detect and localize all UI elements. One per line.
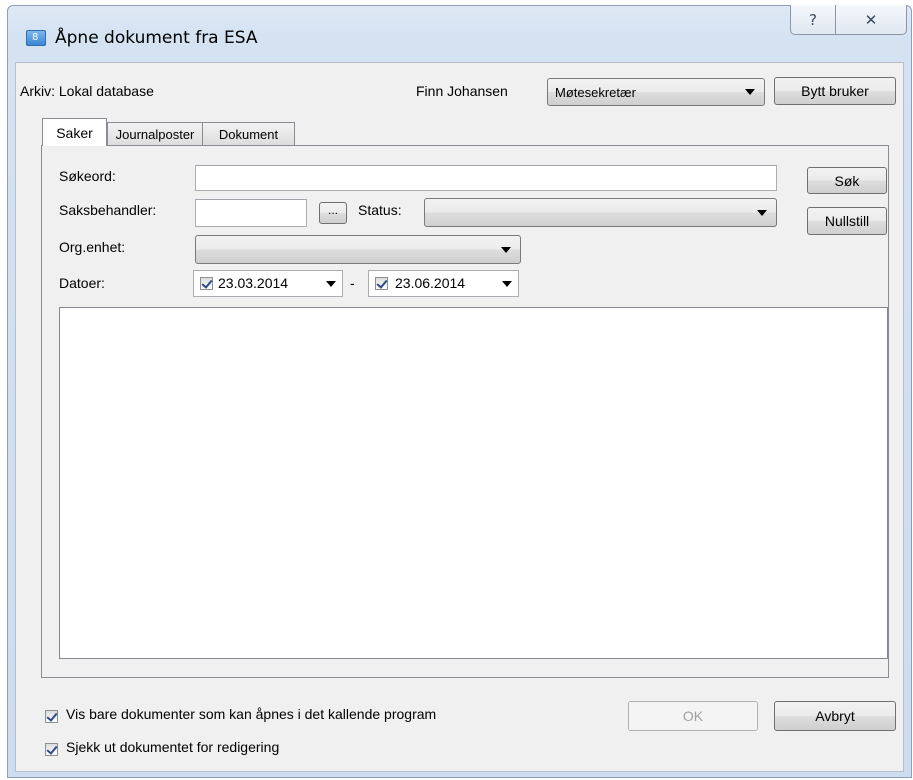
help-button[interactable]: ? <box>790 5 836 35</box>
dialog-window: 8 Åpne dokument fra ESA ? ✕ Arkiv: Lokal… <box>7 5 912 778</box>
esa-app-icon: 8 <box>26 30 46 46</box>
results-list[interactable] <box>59 307 888 659</box>
help-icon: ? <box>809 10 817 29</box>
keyword-input[interactable] <box>195 165 777 191</box>
role-select-value: Møtesekretær <box>555 84 636 100</box>
chevron-down-icon <box>745 89 755 95</box>
date-from-value: 23.03.2014 <box>218 275 289 291</box>
date-from-checkbox[interactable] <box>200 277 213 290</box>
status-label: Status: <box>358 202 402 218</box>
dialog-client-area: Arkiv: Lokal database Finn Johansen Møte… <box>15 62 904 772</box>
date-to-picker[interactable]: 23.06.2014 <box>368 270 519 297</box>
switch-user-button[interactable]: Bytt bruker <box>774 77 896 105</box>
org-unit-label: Org.enhet: <box>59 239 126 255</box>
ok-button[interactable]: OK <box>628 701 758 731</box>
date-separator: - <box>350 275 355 291</box>
handler-input[interactable] <box>195 199 307 227</box>
chevron-down-icon[interactable] <box>502 280 512 287</box>
role-select[interactable]: Møtesekretær <box>547 78 765 106</box>
status-select[interactable] <box>424 198 777 227</box>
org-unit-select[interactable] <box>195 235 521 264</box>
archive-label: Arkiv: Lokal database <box>20 83 154 99</box>
date-to-checkbox[interactable] <box>375 277 388 290</box>
window-title: Åpne dokument fra ESA <box>55 28 258 48</box>
tab-journalposter[interactable]: Journalposter <box>107 122 203 146</box>
cancel-button[interactable]: Avbryt <box>774 701 896 731</box>
search-button[interactable]: Søk <box>807 167 887 194</box>
tab-dokument[interactable]: Dokument <box>202 122 295 146</box>
chevron-down-icon <box>757 209 767 216</box>
handler-label: Saksbehandler: <box>59 202 157 218</box>
dates-label: Datoer: <box>59 275 105 291</box>
user-name: Finn Johansen <box>416 83 508 99</box>
checkout-label[interactable]: Sjekk ut dokumentet for redigering <box>66 739 279 755</box>
date-from-picker[interactable]: 23.03.2014 <box>193 270 343 297</box>
browse-handler-button[interactable]: ... <box>319 202 347 224</box>
close-button[interactable]: ✕ <box>836 5 907 35</box>
keyword-label: Søkeord: <box>59 168 116 184</box>
reset-button[interactable]: Nullstill <box>807 207 887 235</box>
chevron-down-icon <box>501 246 511 253</box>
title-bar[interactable]: 8 Åpne dokument fra ESA ? ✕ <box>8 5 911 62</box>
only-openable-label[interactable]: Vis bare dokumenter som kan åpnes i det … <box>66 706 436 722</box>
close-icon: ✕ <box>864 10 878 29</box>
only-openable-checkbox[interactable] <box>45 710 58 723</box>
checkout-checkbox[interactable] <box>45 743 58 756</box>
chevron-down-icon[interactable] <box>326 280 336 287</box>
app-icon-label: 8 <box>32 32 39 43</box>
tab-saker[interactable]: Saker <box>42 118 107 146</box>
date-to-value: 23.06.2014 <box>395 275 466 291</box>
